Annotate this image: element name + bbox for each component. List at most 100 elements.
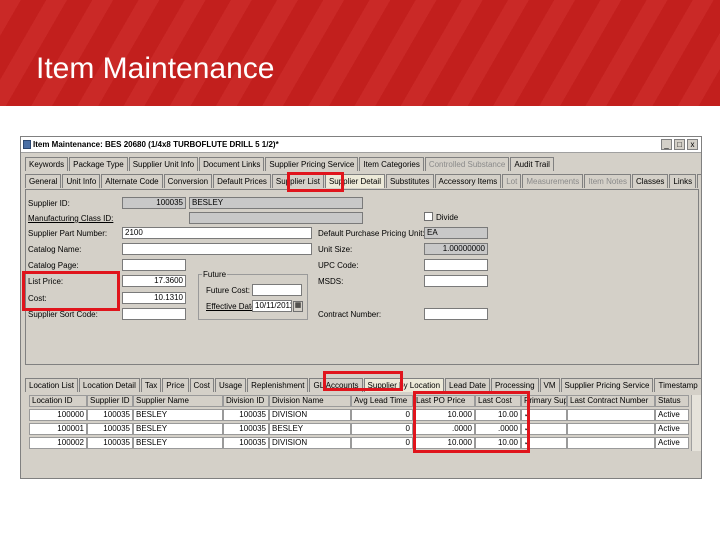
table-cell[interactable]: 100035 [223, 437, 269, 449]
catalog-name-field[interactable] [122, 243, 312, 255]
tab-bottom-13[interactable]: Timestamp [654, 378, 701, 392]
highlight-price-cost [22, 271, 120, 311]
table-row[interactable]: 100000 100035 BESLEY 100035 DIVISION 0 10.000 1… [29, 409, 699, 421]
table-row[interactable]: 100002 100035 BESLEY 100035 DIVISION 0 10.000 1… [29, 437, 699, 449]
divide-checkbox[interactable] [424, 212, 433, 221]
table-cell[interactable]: 100035 [223, 409, 269, 421]
tab-second-2[interactable]: Alternate Code [101, 174, 163, 188]
table-cell[interactable]: 100001 [29, 423, 87, 435]
catalog-name-label: Catalog Name: [28, 245, 82, 254]
tab-bottom-1[interactable]: Location Detail [78, 378, 140, 392]
minimize-button[interactable]: _ [661, 139, 672, 150]
column-header[interactable]: Division Name [269, 395, 351, 407]
tab-second-4[interactable]: Default Prices [213, 174, 271, 188]
tab-top-4[interactable]: Supplier Pricing Service [265, 157, 359, 171]
manufacturing-class-field[interactable] [189, 212, 363, 224]
tab-top-2[interactable]: Supplier Unit Info [128, 157, 199, 171]
future-group-label: Future [202, 270, 228, 279]
table-cell[interactable]: Active [655, 423, 689, 435]
catalog-page-field[interactable] [122, 259, 186, 271]
maximize-button[interactable]: □ [674, 139, 685, 150]
effective-date-label: Effective Date: [206, 302, 258, 311]
supplier-part-field[interactable]: 2100 [122, 227, 312, 239]
table-cell[interactable]: DIVISION [269, 437, 351, 449]
supplier-sort-code-field[interactable] [122, 308, 186, 320]
window-titlebar[interactable]: Item Maintenance: BES 20680 (1/4x8 TURBO… [21, 137, 701, 153]
tab-second-9[interactable]: Lot [502, 174, 522, 188]
column-header[interactable]: Supplier Name [133, 395, 223, 407]
tab-second-13[interactable]: Links [669, 174, 697, 188]
column-header[interactable]: Location ID [29, 395, 87, 407]
tab-bottom-6[interactable]: Replenishment [247, 378, 309, 392]
column-header[interactable]: Last Contract Number [567, 395, 655, 407]
tab-bottom-12[interactable]: Supplier Pricing Service [560, 378, 654, 392]
tab-second-0[interactable]: General [25, 174, 62, 188]
column-header[interactable]: Status [655, 395, 689, 407]
slide-banner: Item Maintenance [0, 0, 720, 106]
supplier-id-field[interactable]: 100035 [122, 197, 186, 209]
upc-code-field[interactable] [424, 259, 488, 271]
grid-scrollbar[interactable] [691, 395, 701, 451]
cost-field[interactable]: 10.1310 [122, 292, 186, 304]
tab-second-1[interactable]: Unit Info [62, 174, 101, 188]
table-cell[interactable]: 100000 [29, 409, 87, 421]
slide-title: Item Maintenance [36, 52, 275, 85]
table-cell[interactable]: BESLEY [133, 409, 223, 421]
table-cell[interactable]: 100035 [223, 423, 269, 435]
table-cell[interactable] [567, 423, 655, 435]
calendar-icon[interactable]: ▦ [293, 301, 303, 312]
tab-bottom-10[interactable]: Processing [490, 378, 539, 392]
tab-second-3[interactable]: Conversion [163, 174, 213, 188]
tab-bottom-4[interactable]: Cost [189, 378, 214, 392]
tab-top-7[interactable]: Audit Trail [510, 157, 554, 171]
table-cell[interactable]: 100035 [87, 423, 133, 435]
column-header[interactable]: Division ID [223, 395, 269, 407]
table-cell[interactable]: 100035 [87, 409, 133, 421]
table-cell[interactable] [567, 409, 655, 421]
tab-second-11[interactable]: Item Notes [584, 174, 631, 188]
effective-date-field[interactable]: 10/11/2011 [252, 300, 292, 312]
tab-top-6[interactable]: Controlled Substance [424, 157, 510, 171]
tab-second-7[interactable]: Substitutes [385, 174, 434, 188]
tab-top-3[interactable]: Document Links [199, 157, 265, 171]
tab-bottom-9[interactable]: Lead Date [445, 378, 490, 392]
column-header[interactable]: Avg Lead Time [351, 395, 413, 407]
table-cell[interactable]: 0 [351, 437, 413, 449]
tab-bottom-2[interactable]: Tax [140, 378, 162, 392]
highlight-supplier-detail-tab [287, 172, 344, 192]
tab-bottom-3[interactable]: Price [162, 378, 189, 392]
supplier-sort-code-label: Supplier Sort Code: [28, 310, 98, 319]
table-cell[interactable]: BESLEY [133, 437, 223, 449]
future-cost-label: Future Cost: [206, 286, 251, 295]
close-button[interactable]: x [687, 139, 698, 150]
table-cell[interactable]: DIVISION [269, 409, 351, 421]
column-header[interactable]: Supplier ID [87, 395, 133, 407]
tab-bottom-0[interactable]: Location List [25, 378, 78, 392]
table-cell[interactable]: BESLEY [269, 423, 351, 435]
table-cell[interactable] [567, 437, 655, 449]
table-cell[interactable]: BESLEY [133, 423, 223, 435]
table-cell[interactable]: Active [655, 409, 689, 421]
tab-top-5[interactable]: Item Categories [359, 157, 424, 171]
table-cell[interactable]: 0 [351, 423, 413, 435]
tab-second-10[interactable]: Measurements [522, 174, 584, 188]
tab-top-0[interactable]: Keywords [25, 157, 69, 171]
tab-top-1[interactable]: Package Type [69, 157, 128, 171]
table-cell[interactable]: 100035 [87, 437, 133, 449]
highlight-last-price-cost [413, 391, 530, 453]
tab-second-14[interactable]: Line Item Terms [697, 174, 701, 188]
default-uom-field[interactable]: EA [424, 227, 488, 239]
tab-bottom-5[interactable]: Usage [214, 378, 247, 392]
future-cost-field[interactable] [252, 284, 302, 296]
table-cell[interactable]: 100002 [29, 437, 87, 449]
tab-strip-second: General Unit Info Alternate Code Conversion… [25, 174, 701, 188]
table-row[interactable]: 100001 100035 BESLEY 100035 BESLEY 0.0000.000… [29, 423, 699, 435]
table-cell[interactable]: Active [655, 437, 689, 449]
tab-bottom-11[interactable]: VM [539, 378, 560, 392]
tab-second-8[interactable]: Accessory Items [434, 174, 502, 188]
table-cell[interactable]: 0 [351, 409, 413, 421]
contract-number-field[interactable] [424, 308, 488, 320]
msds-field[interactable] [424, 275, 488, 287]
list-price-field[interactable]: 17.3600 [122, 275, 186, 287]
tab-second-12[interactable]: Classes [631, 174, 669, 188]
